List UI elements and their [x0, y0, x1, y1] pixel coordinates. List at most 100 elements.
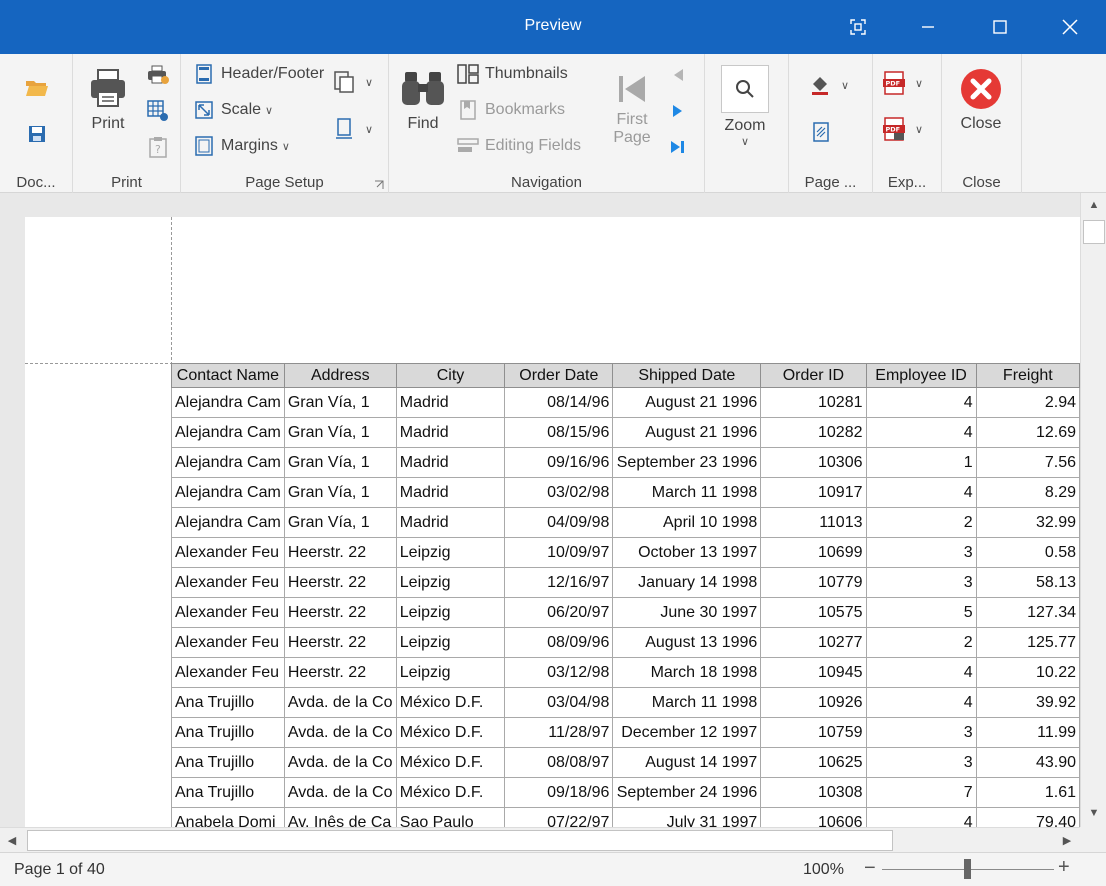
- table-cell: Madrid: [395, 447, 506, 478]
- column-header: Address: [283, 363, 397, 388]
- table-cell: 3: [865, 567, 977, 598]
- scale-button[interactable]: Scale ∨: [193, 99, 273, 121]
- zoom-out-button[interactable]: −: [864, 857, 876, 880]
- chevron-down-icon: ∨: [265, 104, 274, 117]
- chevron-down-icon: ∨: [740, 136, 750, 148]
- scroll-right-button[interactable]: ▶: [1058, 830, 1076, 850]
- previous-page-button[interactable]: [667, 64, 689, 86]
- page-color-button[interactable]: ∨: [809, 74, 849, 96]
- editing-fields-button[interactable]: Editing Fields: [457, 135, 581, 157]
- orientation-icon: [333, 71, 355, 93]
- table-cell: 4: [865, 807, 977, 827]
- table-cell: 4: [865, 687, 977, 718]
- page-setup-group: Header/Footer Scale ∨ Margins ∨ ∨ ∨ Page…: [181, 54, 389, 193]
- bookmarks-button[interactable]: Bookmarks: [457, 99, 565, 121]
- table-cell: 10575: [760, 597, 867, 628]
- table-cell: 11.99: [975, 717, 1080, 748]
- scroll-left-button[interactable]: ◀: [3, 830, 21, 850]
- table-cell: 8.29: [975, 477, 1080, 508]
- send-button[interactable]: PDF ∨: [883, 117, 923, 141]
- watermark-button[interactable]: [809, 120, 833, 144]
- table-cell: March 18 1998: [612, 657, 762, 688]
- margins-label: Margins: [221, 137, 278, 154]
- table-cell: January 14 1998: [612, 567, 762, 598]
- window-close-button[interactable]: [1052, 10, 1088, 44]
- maximize-button[interactable]: [982, 10, 1018, 44]
- table-cell: Alejandra Cam: [171, 507, 285, 538]
- parameters-button[interactable]: ?: [145, 134, 171, 160]
- next-page-button[interactable]: [667, 100, 689, 122]
- table-cell: 32.99: [975, 507, 1080, 538]
- table-row: Alexander Feu Heerstr. 22 Leipzig 12/16/97 J…: [171, 567, 1080, 598]
- table-cell: Alexander Feu: [171, 597, 285, 628]
- quick-print-button[interactable]: [145, 62, 171, 88]
- first-page-label-line2: Page: [613, 129, 651, 146]
- margins-icon: [193, 135, 215, 157]
- save-button[interactable]: [22, 120, 52, 148]
- zoom-group: Zoom ∨: [705, 54, 789, 193]
- table-cell: 10306: [760, 447, 867, 478]
- header-footer-button[interactable]: Header/Footer: [193, 63, 324, 85]
- table-cell: Gran Vía, 1: [283, 507, 397, 538]
- binoculars-icon: [402, 72, 444, 105]
- quick-print-icon: [148, 65, 169, 84]
- zoom-in-button[interactable]: +: [1058, 856, 1070, 879]
- print-group-label: Print: [111, 174, 142, 191]
- vertical-scroll-thumb[interactable]: [1083, 220, 1105, 244]
- page-setup-dialog-launcher[interactable]: [374, 177, 384, 189]
- print-button[interactable]: Print: [83, 68, 133, 133]
- column-header: Freight: [975, 363, 1080, 388]
- chevron-down-icon: ∨: [841, 79, 850, 92]
- zoom-slider-thumb[interactable]: [964, 859, 971, 879]
- first-page-button[interactable]: First Page: [607, 72, 657, 147]
- printer-icon: [91, 69, 125, 107]
- table-cell: 7: [865, 777, 977, 808]
- thumbnails-button[interactable]: Thumbnails: [457, 63, 568, 85]
- open-folder-icon: [26, 81, 48, 96]
- table-cell: 06/20/97: [504, 597, 614, 628]
- table-cell: Madrid: [395, 417, 506, 448]
- horizontal-scroll-thumb[interactable]: [27, 830, 893, 851]
- open-button[interactable]: [22, 74, 52, 102]
- table-cell: 4: [865, 657, 977, 688]
- editing-fields-icon: [457, 135, 479, 157]
- last-page-button[interactable]: [667, 136, 689, 158]
- table-cell: 12.69: [975, 417, 1080, 448]
- minimize-button[interactable]: [910, 10, 946, 44]
- table-cell: Alexander Feu: [171, 657, 285, 688]
- chevron-down-icon: ∨: [281, 140, 290, 153]
- vertical-scrollbar[interactable]: ▲ ▼: [1080, 193, 1106, 827]
- table-cell: Heerstr. 22: [283, 627, 397, 658]
- table-row: Alejandra Cam Gran Vía, 1 Madrid 03/02/98 Ma…: [171, 477, 1080, 508]
- zoom-button[interactable]: Zoom ∨: [720, 65, 770, 148]
- table-row: Alexander Feu Heerstr. 22 Leipzig 10/09/97 O…: [171, 537, 1080, 568]
- table-cell: Ana Trujillo: [171, 747, 285, 778]
- fullscreen-button[interactable]: [840, 10, 876, 44]
- table-cell: Alejandra Cam: [171, 477, 285, 508]
- page-background-group-label: Page ...: [804, 174, 857, 191]
- print-group: Print ? Print: [73, 54, 181, 193]
- page-info: Page 1 of 40: [14, 861, 105, 878]
- page-setup-print-button[interactable]: [145, 98, 171, 124]
- paint-bucket-icon: [809, 74, 831, 96]
- table-cell: 125.77: [975, 627, 1080, 658]
- table-cell: 11013: [760, 507, 867, 538]
- table-cell: Sao Paulo: [395, 807, 506, 827]
- scroll-down-button[interactable]: ▼: [1084, 803, 1104, 823]
- table-cell: Avda. de la Co: [283, 747, 397, 778]
- margins-button[interactable]: Margins ∨: [193, 135, 290, 157]
- scroll-up-button[interactable]: ▲: [1084, 195, 1104, 215]
- paper-size-button[interactable]: ∨: [333, 118, 373, 140]
- table-row: Alejandra Cam Gran Vía, 1 Madrid 09/16/96 Se…: [171, 447, 1080, 478]
- document-viewport[interactable]: Contact Name Address City Order Date Shipped…: [0, 193, 1080, 827]
- table-cell: 1: [865, 447, 977, 478]
- close-preview-button[interactable]: Close: [954, 68, 1008, 133]
- table-cell: June 30 1997: [612, 597, 762, 628]
- horizontal-scrollbar[interactable]: ◀ ▶: [0, 827, 1080, 852]
- export-button[interactable]: PDF ∨: [883, 71, 923, 95]
- window-close-icon: [1062, 19, 1078, 35]
- orientation-button[interactable]: ∨: [333, 71, 373, 93]
- triangle-down-icon: ▼: [1088, 807, 1100, 819]
- find-button[interactable]: Find: [397, 68, 449, 133]
- table-cell: Ana Trujillo: [171, 717, 285, 748]
